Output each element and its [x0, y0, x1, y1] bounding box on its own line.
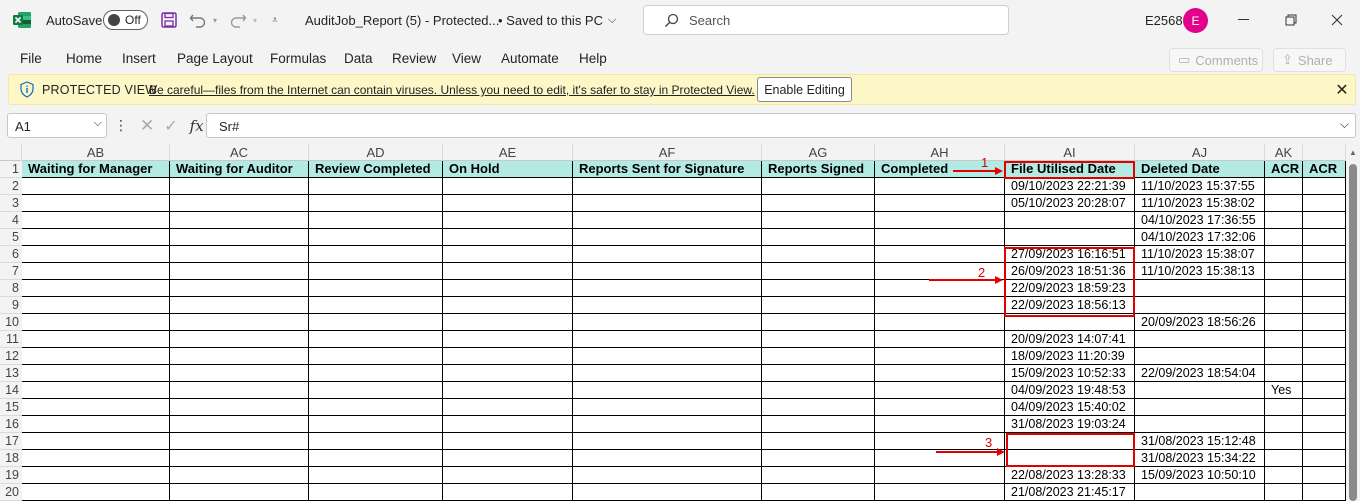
arrow-icon-2: [929, 276, 1003, 284]
arrow-icon-3: [936, 448, 1005, 456]
annotation-arrows: [929, 167, 1005, 456]
arrow-icon-1: [953, 167, 1003, 175]
